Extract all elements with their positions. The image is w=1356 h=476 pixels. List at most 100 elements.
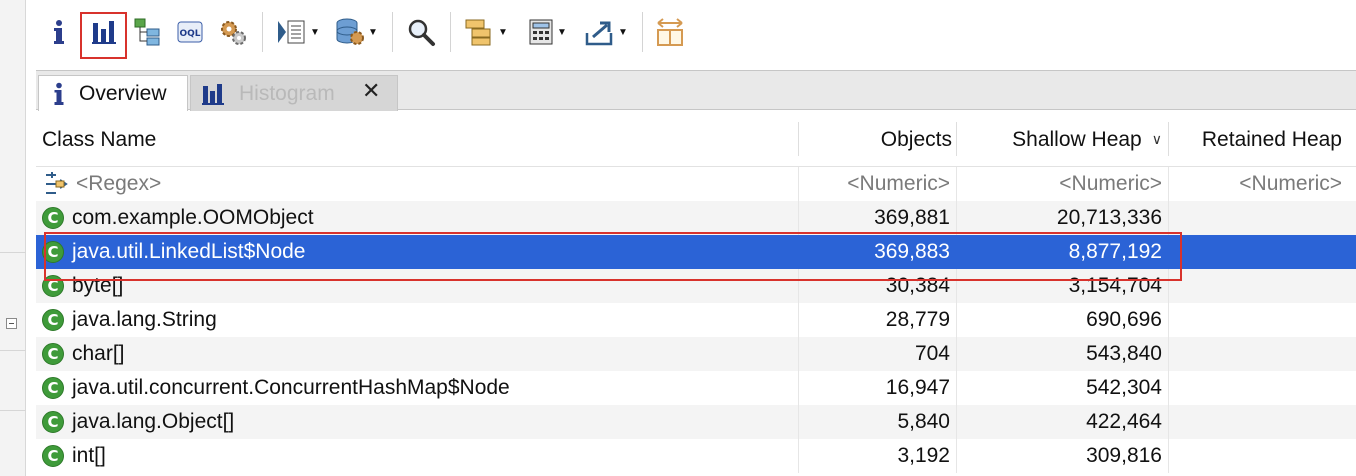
oql-button[interactable]: OQL <box>174 14 206 50</box>
class-icon: C <box>42 207 64 229</box>
tab-overview[interactable]: Overview <box>38 75 188 111</box>
info-button[interactable] <box>48 14 70 50</box>
column-line <box>956 167 957 201</box>
column-line <box>1168 269 1169 303</box>
class-name-label: com.example.OOMObject <box>72 206 314 229</box>
retained-heap-cell <box>1170 371 1342 405</box>
heap-analyzer-panel: OQL ▼ ▼ ▼ ▼ ▼ Overview Histogram ✕ Class… <box>36 0 1356 476</box>
class-name-cell: C java.lang.Object[] <box>42 405 234 439</box>
layout-icon <box>657 18 683 46</box>
regex-filter-cell[interactable]: <Regex> <box>42 167 161 201</box>
table-row[interactable]: C com.example.OOMObject 369,881 20,713,3… <box>36 201 1356 235</box>
table-row[interactable]: C java.lang.Object[] 5,840 422,464 <box>36 405 1356 439</box>
objects-cell: 16,947 <box>885 376 950 399</box>
column-separator[interactable] <box>1168 122 1169 156</box>
class-icon: C <box>42 411 64 433</box>
column-line <box>956 269 957 303</box>
objects-cell: 28,779 <box>885 308 950 331</box>
toolbar-separator <box>642 12 643 52</box>
collapse-icon[interactable] <box>6 318 17 329</box>
class-name-cell: C char[] <box>42 337 125 371</box>
shallow-heap-cell: 309,816 <box>1086 444 1162 467</box>
column-header-objects[interactable]: Objects <box>798 112 952 167</box>
tab-histogram-label: Histogram <box>239 81 335 105</box>
column-line <box>1168 303 1169 337</box>
settings-gears-icon <box>221 21 246 45</box>
dominator-tree-button[interactable] <box>132 14 164 50</box>
dominator-tree-icon <box>134 18 160 46</box>
retained-heap-cell <box>1170 337 1342 371</box>
chevron-down-icon[interactable]: ▼ <box>368 27 378 38</box>
retained-filter-input[interactable]: <Numeric> <box>1170 167 1342 201</box>
chevron-down-icon[interactable]: ▼ <box>310 27 320 38</box>
regex-filter-input: <Regex> <box>76 172 162 195</box>
table-row[interactable]: C java.util.LinkedList$Node 369,883 8,87… <box>36 235 1356 269</box>
table-row[interactable]: C java.util.concurrent.ConcurrentHashMap… <box>36 371 1356 405</box>
class-name-label: java.lang.Object[] <box>72 410 235 433</box>
class-icon: C <box>42 309 64 331</box>
class-name-label: java.util.concurrent.ConcurrentHashMap$N… <box>72 376 510 399</box>
retained-heap-cell <box>1170 405 1342 439</box>
layout-button[interactable] <box>652 14 688 50</box>
toolbar: OQL ▼ ▼ ▼ ▼ ▼ <box>36 0 1356 68</box>
table-row[interactable]: C java.lang.String 28,779 690,696 <box>36 303 1356 337</box>
chevron-down-icon[interactable]: ▼ <box>498 27 508 38</box>
heap-dump-overview-button[interactable]: ▼ <box>330 14 382 50</box>
settings-button[interactable] <box>216 14 250 50</box>
class-icon: C <box>42 241 64 263</box>
info-icon <box>53 82 65 106</box>
chevron-down-icon[interactable]: ▼ <box>618 27 628 38</box>
retained-heap-cell <box>1170 269 1342 303</box>
heap-dump-overview-icon <box>336 18 365 45</box>
column-line <box>1168 405 1169 439</box>
class-name-cell: C java.lang.String <box>42 303 217 337</box>
calculator-button[interactable]: ▼ <box>522 14 572 50</box>
column-line <box>1168 439 1169 473</box>
objects-cell: 3,192 <box>897 444 950 467</box>
retained-heap-cell <box>1170 439 1342 473</box>
histogram-button[interactable] <box>88 14 120 50</box>
column-line <box>956 405 957 439</box>
class-name-cell: C java.util.concurrent.ConcurrentHashMap… <box>42 371 510 405</box>
column-line <box>956 371 957 405</box>
toolbar-separator <box>392 12 393 52</box>
class-name-cell: C byte[] <box>42 269 123 303</box>
gutter-divider <box>0 252 26 253</box>
group-by-button[interactable]: ▼ <box>460 14 512 50</box>
search-button[interactable] <box>404 14 438 50</box>
column-header-retained-heap[interactable]: Retained Heap <box>1170 112 1342 167</box>
gutter-divider <box>0 350 26 351</box>
column-header-shallow-heap[interactable]: Shallow Heap ∨ <box>958 112 1166 167</box>
column-separator[interactable] <box>956 122 957 156</box>
left-gutter <box>0 0 26 476</box>
chevron-down-icon[interactable]: ▼ <box>557 27 567 38</box>
class-icon: C <box>42 343 64 365</box>
toolbar-separator <box>262 12 263 52</box>
search-icon <box>408 19 435 46</box>
group-by-icon <box>465 19 491 46</box>
query-browser-button[interactable]: ▼ <box>272 14 324 50</box>
objects-filter-input[interactable]: <Numeric> <box>798 167 950 201</box>
column-header-class-name[interactable]: Class Name <box>42 112 156 167</box>
shallow-filter-input[interactable]: <Numeric> <box>958 167 1162 201</box>
editor-tab-bar: Overview Histogram ✕ <box>36 70 1356 111</box>
sort-descending-icon: ∨ <box>1151 131 1162 147</box>
column-line <box>1168 337 1169 371</box>
table-row[interactable]: C int[] 3,192 309,816 <box>36 439 1356 473</box>
objects-cell: 5,840 <box>897 410 950 433</box>
table-row[interactable]: C char[] 704 543,840 <box>36 337 1356 371</box>
column-line <box>956 201 957 235</box>
shallow-heap-cell: 690,696 <box>1086 308 1162 331</box>
svg-text:OQL: OQL <box>179 29 200 39</box>
table-row[interactable]: C byte[] 30,384 3,154,704 <box>36 269 1356 303</box>
close-icon[interactable]: ✕ <box>362 80 380 102</box>
oql-icon: OQL <box>177 21 203 43</box>
export-button[interactable]: ▼ <box>580 14 632 50</box>
shallow-heap-cell: 20,713,336 <box>1056 206 1162 229</box>
class-name-label: java.lang.String <box>72 308 217 331</box>
column-line <box>1168 371 1169 405</box>
filter-regex-icon <box>42 172 72 196</box>
histogram-table: Class Name Objects Shallow Heap ∨ Retain… <box>36 112 1356 473</box>
column-line <box>956 235 957 269</box>
class-name-label: char[] <box>72 342 125 365</box>
